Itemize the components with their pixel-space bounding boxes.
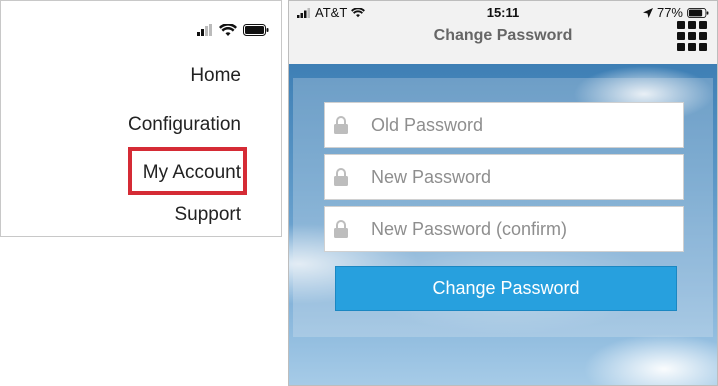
location-arrow-icon (642, 7, 653, 18)
menu-item-configuration[interactable]: Configuration (128, 114, 241, 136)
carrier-group: AT&T (297, 5, 366, 20)
signal-icon (197, 24, 212, 36)
carrier-label: AT&T (315, 5, 348, 20)
lock-icon (334, 220, 348, 238)
confirm-password-input[interactable] (369, 217, 683, 241)
battery-group: 77% (642, 5, 709, 20)
status-time: 15:11 (486, 5, 520, 20)
battery-icon (687, 7, 709, 18)
menu-status-bar (197, 23, 269, 37)
battery-percent: 77% (656, 5, 683, 20)
grid-menu-button[interactable] (677, 21, 707, 51)
grid-icon (677, 21, 685, 29)
menu-item-support[interactable]: Support (174, 204, 241, 226)
wifi-icon (351, 7, 366, 17)
change-password-button[interactable]: Change Password (335, 266, 677, 311)
lock-icon (334, 168, 348, 186)
new-password-input[interactable] (369, 165, 683, 189)
lock-icon (334, 116, 348, 134)
menu-item-home[interactable]: Home (190, 65, 241, 87)
signal-icon (297, 7, 310, 18)
old-password-field[interactable] (324, 102, 684, 148)
battery-icon (243, 24, 269, 36)
confirm-password-field[interactable] (324, 206, 684, 252)
highlight-box (128, 147, 247, 195)
phone-status-bar: AT&T 15:11 77% (289, 1, 717, 21)
phone-screen: AT&T 15:11 77% Change Password Change Pa… (288, 0, 718, 386)
wifi-icon (219, 23, 237, 36)
menu-panel: Home Configuration My Account Support (0, 0, 282, 237)
page-title: Change Password (433, 27, 573, 44)
old-password-input[interactable] (369, 113, 683, 137)
new-password-field[interactable] (324, 154, 684, 200)
